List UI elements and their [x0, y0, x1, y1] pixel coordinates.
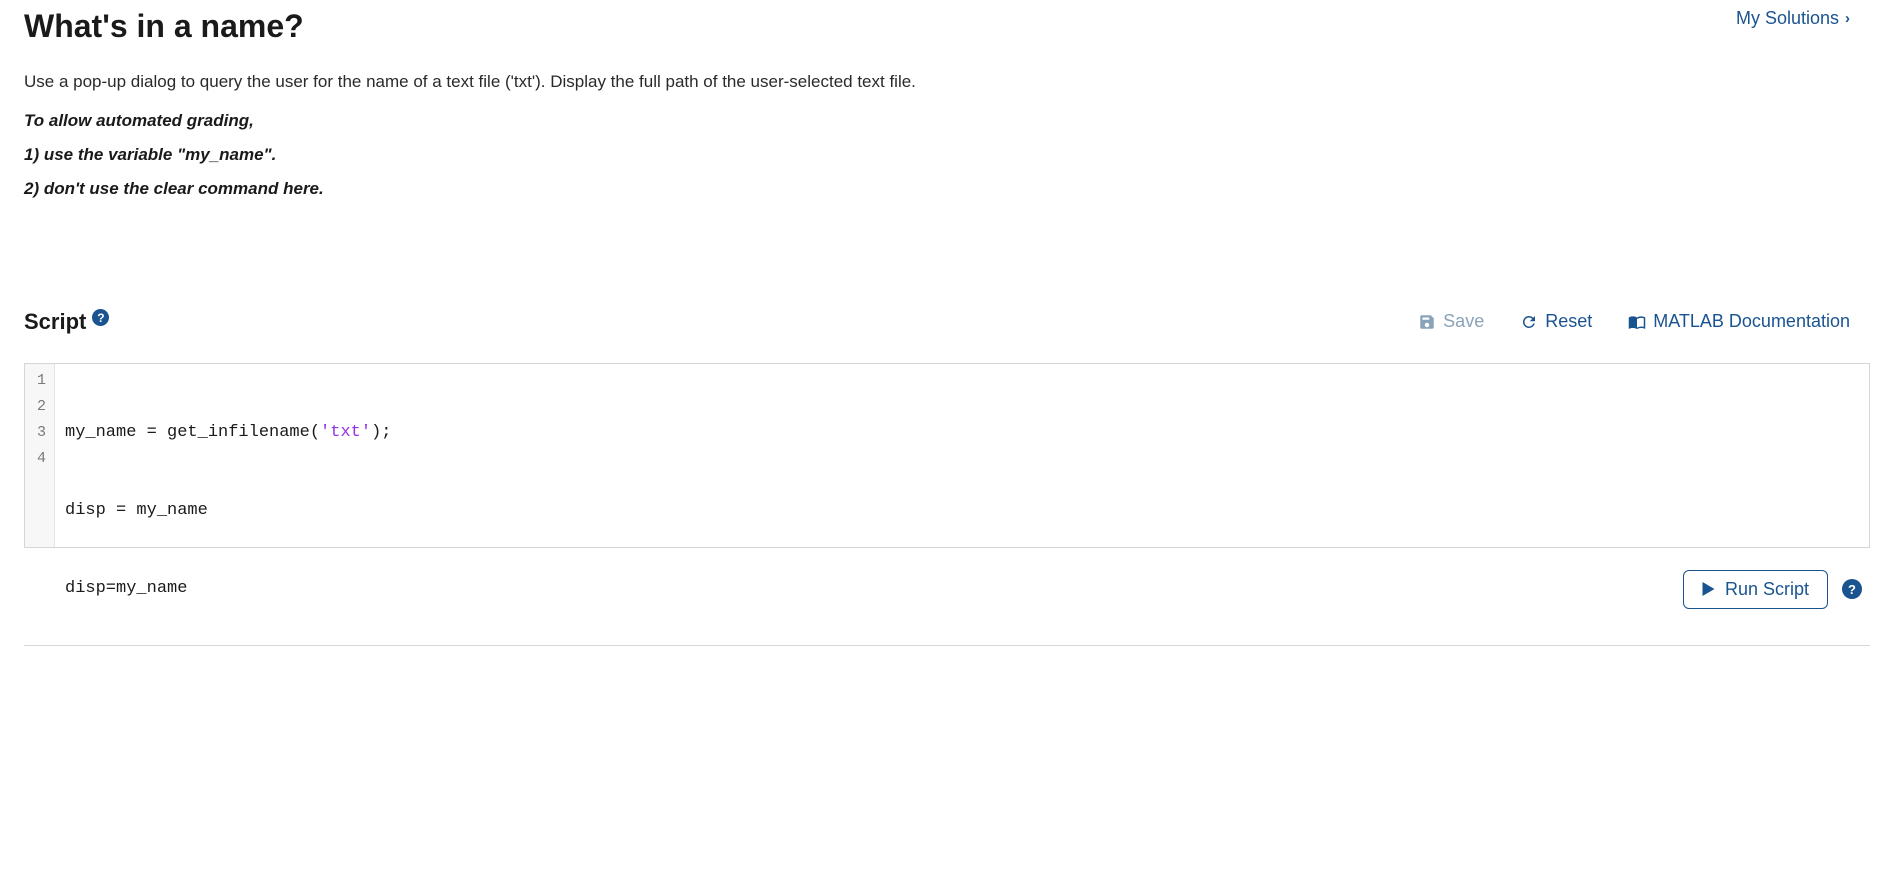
- docs-label: MATLAB Documentation: [1653, 311, 1850, 332]
- save-label: Save: [1443, 311, 1484, 332]
- page-title: What's in a name?: [24, 8, 304, 45]
- my-solutions-link[interactable]: My Solutions ›: [1736, 8, 1870, 29]
- run-script-button[interactable]: Run Script: [1683, 570, 1828, 609]
- problem-description: Use a pop-up dialog to query the user fo…: [24, 69, 1870, 95]
- matlab-documentation-link[interactable]: MATLAB Documentation: [1628, 311, 1850, 332]
- grading-intro: To allow automated grading,: [24, 111, 1870, 131]
- reset-button[interactable]: Reset: [1520, 311, 1592, 332]
- run-help-icon[interactable]: ?: [1842, 579, 1862, 599]
- code-gutter: 1 2 3 4: [25, 364, 55, 547]
- code-line: [65, 654, 1859, 680]
- line-number: 4: [35, 446, 46, 472]
- my-solutions-label: My Solutions: [1736, 8, 1839, 29]
- code-line: my_name = get_infilename('txt');: [65, 420, 1859, 446]
- save-icon: [1418, 313, 1436, 331]
- grading-rule-1: 1) use the variable "my_name".: [24, 145, 1870, 165]
- code-body[interactable]: my_name = get_infilename('txt'); disp = …: [55, 364, 1869, 547]
- line-number: 2: [35, 394, 46, 420]
- code-line: disp = my_name: [65, 498, 1859, 524]
- line-number: 3: [35, 420, 46, 446]
- chevron-right-icon: ›: [1845, 10, 1850, 27]
- line-number: 1: [35, 368, 46, 394]
- code-line: disp=my_name: [65, 576, 1859, 602]
- book-icon: [1628, 313, 1646, 331]
- play-icon: [1702, 582, 1715, 596]
- script-section-title: Script: [24, 309, 86, 335]
- code-editor[interactable]: 1 2 3 4 my_name = get_infilename('txt');…: [24, 363, 1870, 548]
- reset-label: Reset: [1545, 311, 1592, 332]
- reset-icon: [1520, 313, 1538, 331]
- script-help-icon[interactable]: ?: [92, 309, 109, 326]
- run-script-label: Run Script: [1725, 579, 1809, 600]
- grading-rule-2: 2) don't use the clear command here.: [24, 179, 1870, 199]
- save-button[interactable]: Save: [1418, 311, 1484, 332]
